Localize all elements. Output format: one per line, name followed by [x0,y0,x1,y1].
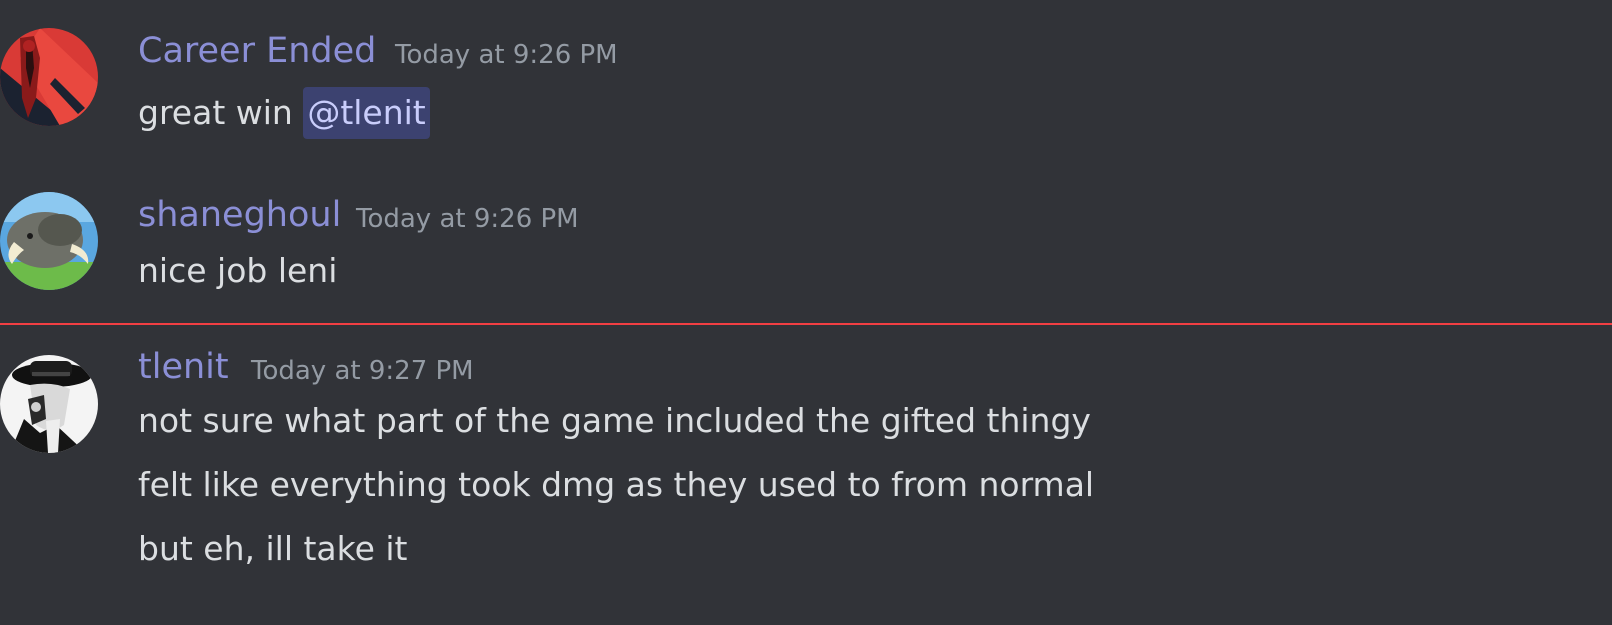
message-timestamp: Today at 9:26 PM [356,204,579,234]
message-text: great win [138,93,304,132]
black-white-hat-man-avatar-icon [0,355,98,453]
avatar[interactable] [0,355,98,453]
red-black-anime-avatar-icon [0,28,98,126]
message-career-ended: Career Ended Today at 9:26 PM great win … [0,0,1612,140]
message-timestamp: Today at 9:27 PM [251,356,474,386]
message-text-line-2: felt like everything took dmg as they us… [138,465,1095,504]
message-author[interactable]: tlenit [138,347,229,387]
message-text: nice job leni [138,251,338,290]
message-author[interactable]: shaneghoul [138,195,341,235]
pokemon-donphan-avatar-icon [0,192,98,290]
message-tlenit: tlenit Today at 9:27 PM not sure what pa… [0,340,1612,590]
avatar[interactable] [0,192,98,290]
message-text-line-3: but eh, ill take it [138,529,408,568]
new-messages-divider [0,323,1612,325]
message-text-line-1: not sure what part of the game included … [138,401,1091,440]
user-mention[interactable]: @tlenit [303,87,430,139]
message-content: great win @tlenit [138,87,430,139]
message-shaneghoul: shaneghoul Today at 9:26 PM nice job len… [0,180,1612,300]
avatar[interactable] [0,28,98,126]
message-author[interactable]: Career Ended [138,31,376,71]
message-timestamp: Today at 9:26 PM [395,40,618,70]
